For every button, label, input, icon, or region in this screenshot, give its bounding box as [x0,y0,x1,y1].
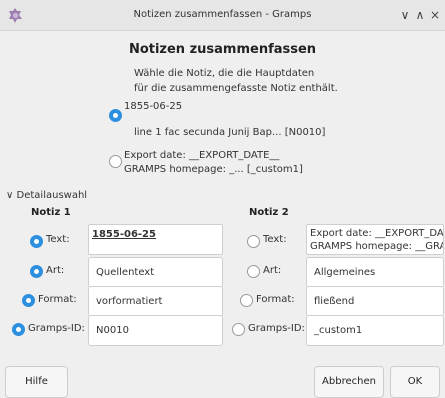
text-label: Text: [263,234,287,245]
note-2-heading: Notiz 2 [249,207,289,218]
note-1-type-radio[interactable] [30,265,43,278]
close-button[interactable]: × [428,8,442,22]
note-2-format-radio[interactable] [240,294,253,307]
note-2-text-line2: GRAMPS homepage: __GRAM [310,241,444,252]
detail-expander-label: Detailauswahl [16,190,88,201]
close-icon: × [429,8,441,22]
note-2-text-view[interactable]: Export date: __EXPORT_DATE_ GRAMPS homep… [306,224,444,255]
note-2-id-field[interactable]: _custom1 [306,315,444,346]
chevron-up-icon: ∧ [415,8,425,22]
note-2-text-radio[interactable] [247,235,260,248]
note-1-text-view[interactable]: 1855-06-25 [88,224,223,255]
choice-note-2-line2: GRAMPS homepage: _... [_custom1] [124,164,303,175]
text-label: Text: [46,234,70,245]
choice-note-1-date: 1855-06-25 [124,101,183,112]
dialog-heading: Notizen zusammenfassen [128,42,317,57]
minimize-button[interactable]: ∨ [398,8,412,22]
note-1-format-field[interactable]: vorformatiert [88,286,223,317]
choice-note-1-radio[interactable] [109,109,122,122]
title-bar: Notizen zusammenfassen - Gramps ∨ ∧ × [0,0,445,31]
dialog-intro: Wähle die Notiz, die die Hauptdaten für … [134,66,338,96]
choice-note-2-radio[interactable] [109,155,122,168]
type-label: Art: [46,265,65,276]
choice-note-2-line1: Export date: __EXPORT_DATE__ [124,150,280,161]
intro-line-1: Wähle die Notiz, die die Hauptdaten [134,68,315,79]
note-1-type-field[interactable]: Quellentext [88,257,223,288]
note-1-id-field[interactable]: N0010 [88,315,223,346]
help-button[interactable]: Hilfe [5,366,68,398]
note-2-text-line1: Export date: __EXPORT_DATE_ [310,228,443,239]
window-title: Notizen zusammenfassen - Gramps [133,9,312,20]
cancel-button[interactable]: Abbrechen [314,366,384,398]
note-1-text-radio[interactable] [30,235,43,248]
id-label: Gramps-ID: [248,323,305,334]
intro-line-2: für die zusammengefasste Notiz enthält. [134,83,338,94]
note-2-id-radio[interactable] [232,323,245,336]
detail-expander[interactable]: ∨ Detailauswahl [6,190,87,201]
note-1-heading: Notiz 1 [31,207,71,218]
note-1-format-radio[interactable] [22,294,35,307]
chevron-down-icon: ∨ [400,8,410,22]
note-2-type-field[interactable]: Allgemeines [306,257,444,288]
note-2-format-field[interactable]: fließend [306,286,444,317]
note-1-id-radio[interactable] [12,323,25,336]
note-2-type-radio[interactable] [247,265,260,278]
ok-button[interactable]: OK [390,366,440,398]
format-label: Format: [256,294,295,305]
id-label: Gramps-ID: [28,323,85,334]
maximize-button[interactable]: ∧ [413,8,427,22]
type-label: Art: [263,265,282,276]
chevron-down-icon: ∨ [6,190,14,201]
format-label: Format: [38,294,77,305]
choice-note-1-summary: line 1 fac secunda Junij Bap... [N0010] [134,127,326,138]
